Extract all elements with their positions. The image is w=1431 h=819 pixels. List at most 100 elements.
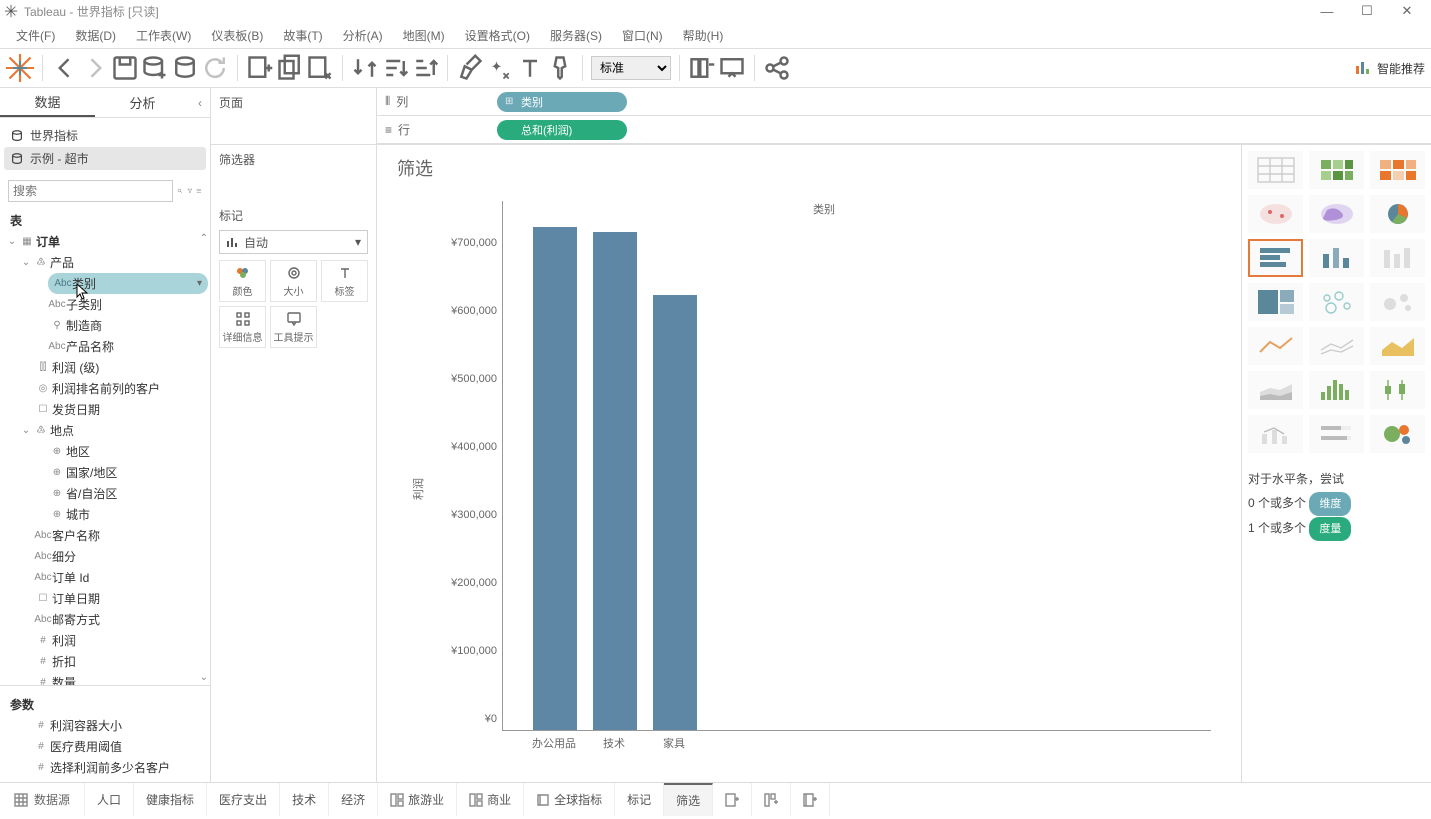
rows-pill-profit[interactable]: 总和(利润) — [497, 120, 627, 140]
columns-shelf[interactable]: ⦀列 ⊞类别 — [377, 88, 1431, 116]
menu-dashboard[interactable]: 仪表板(B) — [203, 23, 271, 48]
bar-家具[interactable] — [653, 295, 697, 730]
presentation-button[interactable] — [718, 54, 746, 82]
fit-dropdown[interactable]: 标准 — [591, 56, 671, 80]
showme-stacked[interactable] — [1370, 239, 1425, 277]
sheet-econ[interactable]: 经济 — [329, 783, 378, 816]
bar-技术[interactable] — [593, 232, 637, 730]
field-city[interactable]: ⊕城市 — [2, 504, 208, 525]
field-ship-mode[interactable]: Abc邮寄方式 — [2, 609, 208, 630]
refresh-button[interactable] — [201, 54, 229, 82]
showme-vbar[interactable] — [1309, 239, 1364, 277]
field-ship-date[interactable]: ☐发货日期 — [2, 399, 208, 420]
sort-desc-button[interactable] — [411, 54, 439, 82]
showme-tree[interactable] — [1248, 283, 1303, 321]
showme-combo[interactable] — [1248, 415, 1303, 453]
dashboard-business[interactable]: 商业 — [457, 783, 524, 816]
field-quantity[interactable]: #数量 — [2, 672, 208, 685]
group-button[interactable] — [486, 54, 514, 82]
pause-refresh-button[interactable] — [171, 54, 199, 82]
sheet-population[interactable]: 人口 — [85, 783, 134, 816]
showme-pie[interactable] — [1370, 195, 1425, 233]
viz-title[interactable]: 筛选 — [397, 155, 1221, 181]
showme-line2[interactable] — [1309, 327, 1364, 365]
highlight-button[interactable] — [456, 54, 484, 82]
search-icon[interactable] — [177, 182, 183, 200]
showme-table[interactable] — [1248, 151, 1303, 189]
showme-bubble[interactable] — [1370, 283, 1425, 321]
menu-analysis[interactable]: 分析(A) — [335, 23, 391, 48]
field-manufacturer[interactable]: ⚲制造商 — [2, 315, 208, 336]
back-button[interactable] — [51, 54, 79, 82]
filters-card[interactable]: 筛选器 — [211, 145, 377, 201]
show-cards-button[interactable] — [688, 54, 716, 82]
new-worksheet-tab[interactable] — [713, 783, 752, 816]
marks-type-dropdown[interactable]: 自动▾ — [219, 230, 368, 254]
datasource-world[interactable]: 世界指标 — [4, 124, 206, 147]
field-profit-level[interactable]: ⫿⫿利润 (级) — [2, 357, 208, 378]
viz-canvas[interactable]: 筛选 类别 利润 ¥0¥100,000¥200,000¥300,000¥400,… — [377, 145, 1241, 782]
bar-办公用品[interactable] — [533, 227, 577, 730]
field-country[interactable]: ⊕国家/地区 — [2, 462, 208, 483]
menu-map[interactable]: 地图(M) — [395, 23, 453, 48]
new-dashboard-tab[interactable] — [752, 783, 791, 816]
filter-icon[interactable] — [187, 182, 193, 200]
field-customer-name[interactable]: Abc客户名称 — [2, 525, 208, 546]
showme-hbar[interactable] — [1248, 239, 1303, 277]
field-profit[interactable]: #利润 — [2, 630, 208, 651]
showme-highlight[interactable] — [1370, 151, 1425, 189]
sheet-filter[interactable]: 筛选 — [664, 783, 713, 816]
menu-format[interactable]: 设置格式(O) — [457, 23, 538, 48]
new-worksheet-button[interactable] — [246, 54, 274, 82]
field-order-date[interactable]: ☐订单日期 — [2, 588, 208, 609]
table-orders[interactable]: ⌄▦订单 — [2, 231, 208, 252]
folder-location[interactable]: ⌄♳地点 — [2, 420, 208, 441]
list-view-icon[interactable] — [196, 182, 202, 200]
new-datasource-button[interactable] — [141, 54, 169, 82]
showme-hist[interactable] — [1309, 371, 1364, 409]
field-order-id[interactable]: Abc订单 Id — [2, 567, 208, 588]
marks-detail[interactable]: 详细信息 — [219, 306, 266, 348]
param-3[interactable]: #选择利润前多少名客户 — [0, 757, 210, 778]
field-category[interactable]: Abc类别▾ — [48, 273, 208, 294]
sheet-tech[interactable]: 技术 — [280, 783, 329, 816]
share-button[interactable] — [763, 54, 791, 82]
sort-asc-button[interactable] — [381, 54, 409, 82]
field-province[interactable]: ⊕省/自治区 — [2, 483, 208, 504]
showme-line[interactable] — [1248, 327, 1303, 365]
forward-button[interactable] — [81, 54, 109, 82]
marks-color[interactable]: 颜色 — [219, 260, 266, 302]
showme-area2[interactable] — [1248, 371, 1303, 409]
menu-data[interactable]: 数据(D) — [67, 23, 124, 48]
field-top-customers[interactable]: ◎利润排名前列的客户 — [2, 378, 208, 399]
pages-card[interactable]: 页面 — [211, 88, 377, 144]
rows-shelf[interactable]: ≡行 总和(利润) — [377, 116, 1431, 144]
marks-tooltip[interactable]: 工具提示 — [270, 306, 317, 348]
scroll-up-icon[interactable]: ⌃ — [200, 233, 208, 244]
showme-map-sym[interactable] — [1248, 195, 1303, 233]
menu-story[interactable]: 故事(T) — [275, 23, 330, 48]
menu-server[interactable]: 服务器(S) — [542, 23, 610, 48]
folder-product[interactable]: ⌄♳产品 — [2, 252, 208, 273]
marks-size[interactable]: 大小 — [270, 260, 317, 302]
minimize-button[interactable]: — — [1307, 4, 1347, 19]
menu-worksheet[interactable]: 工作表(W) — [128, 23, 199, 48]
dashboard-tourism[interactable]: 旅游业 — [378, 783, 457, 816]
showme-circle[interactable] — [1309, 283, 1364, 321]
marks-label[interactable]: 标签 — [321, 260, 368, 302]
menu-file[interactable]: 文件(F) — [8, 23, 63, 48]
scroll-down-icon[interactable]: ⌄ — [200, 672, 208, 683]
tableau-logo-icon[interactable] — [6, 54, 34, 82]
search-input[interactable] — [8, 180, 173, 202]
clear-button[interactable] — [306, 54, 334, 82]
analysis-tab[interactable]: 分析 — [95, 88, 190, 117]
field-region[interactable]: ⊕地区 — [2, 441, 208, 462]
new-story-tab[interactable] — [791, 783, 830, 816]
duplicate-button[interactable] — [276, 54, 304, 82]
showme-packed[interactable] — [1370, 415, 1425, 453]
showme-bullet[interactable] — [1309, 415, 1364, 453]
collapse-pane-button[interactable]: ‹ — [190, 88, 210, 117]
field-discount[interactable]: #折扣 — [2, 651, 208, 672]
showme-box[interactable] — [1370, 371, 1425, 409]
maximize-button[interactable]: ☐ — [1347, 3, 1387, 19]
